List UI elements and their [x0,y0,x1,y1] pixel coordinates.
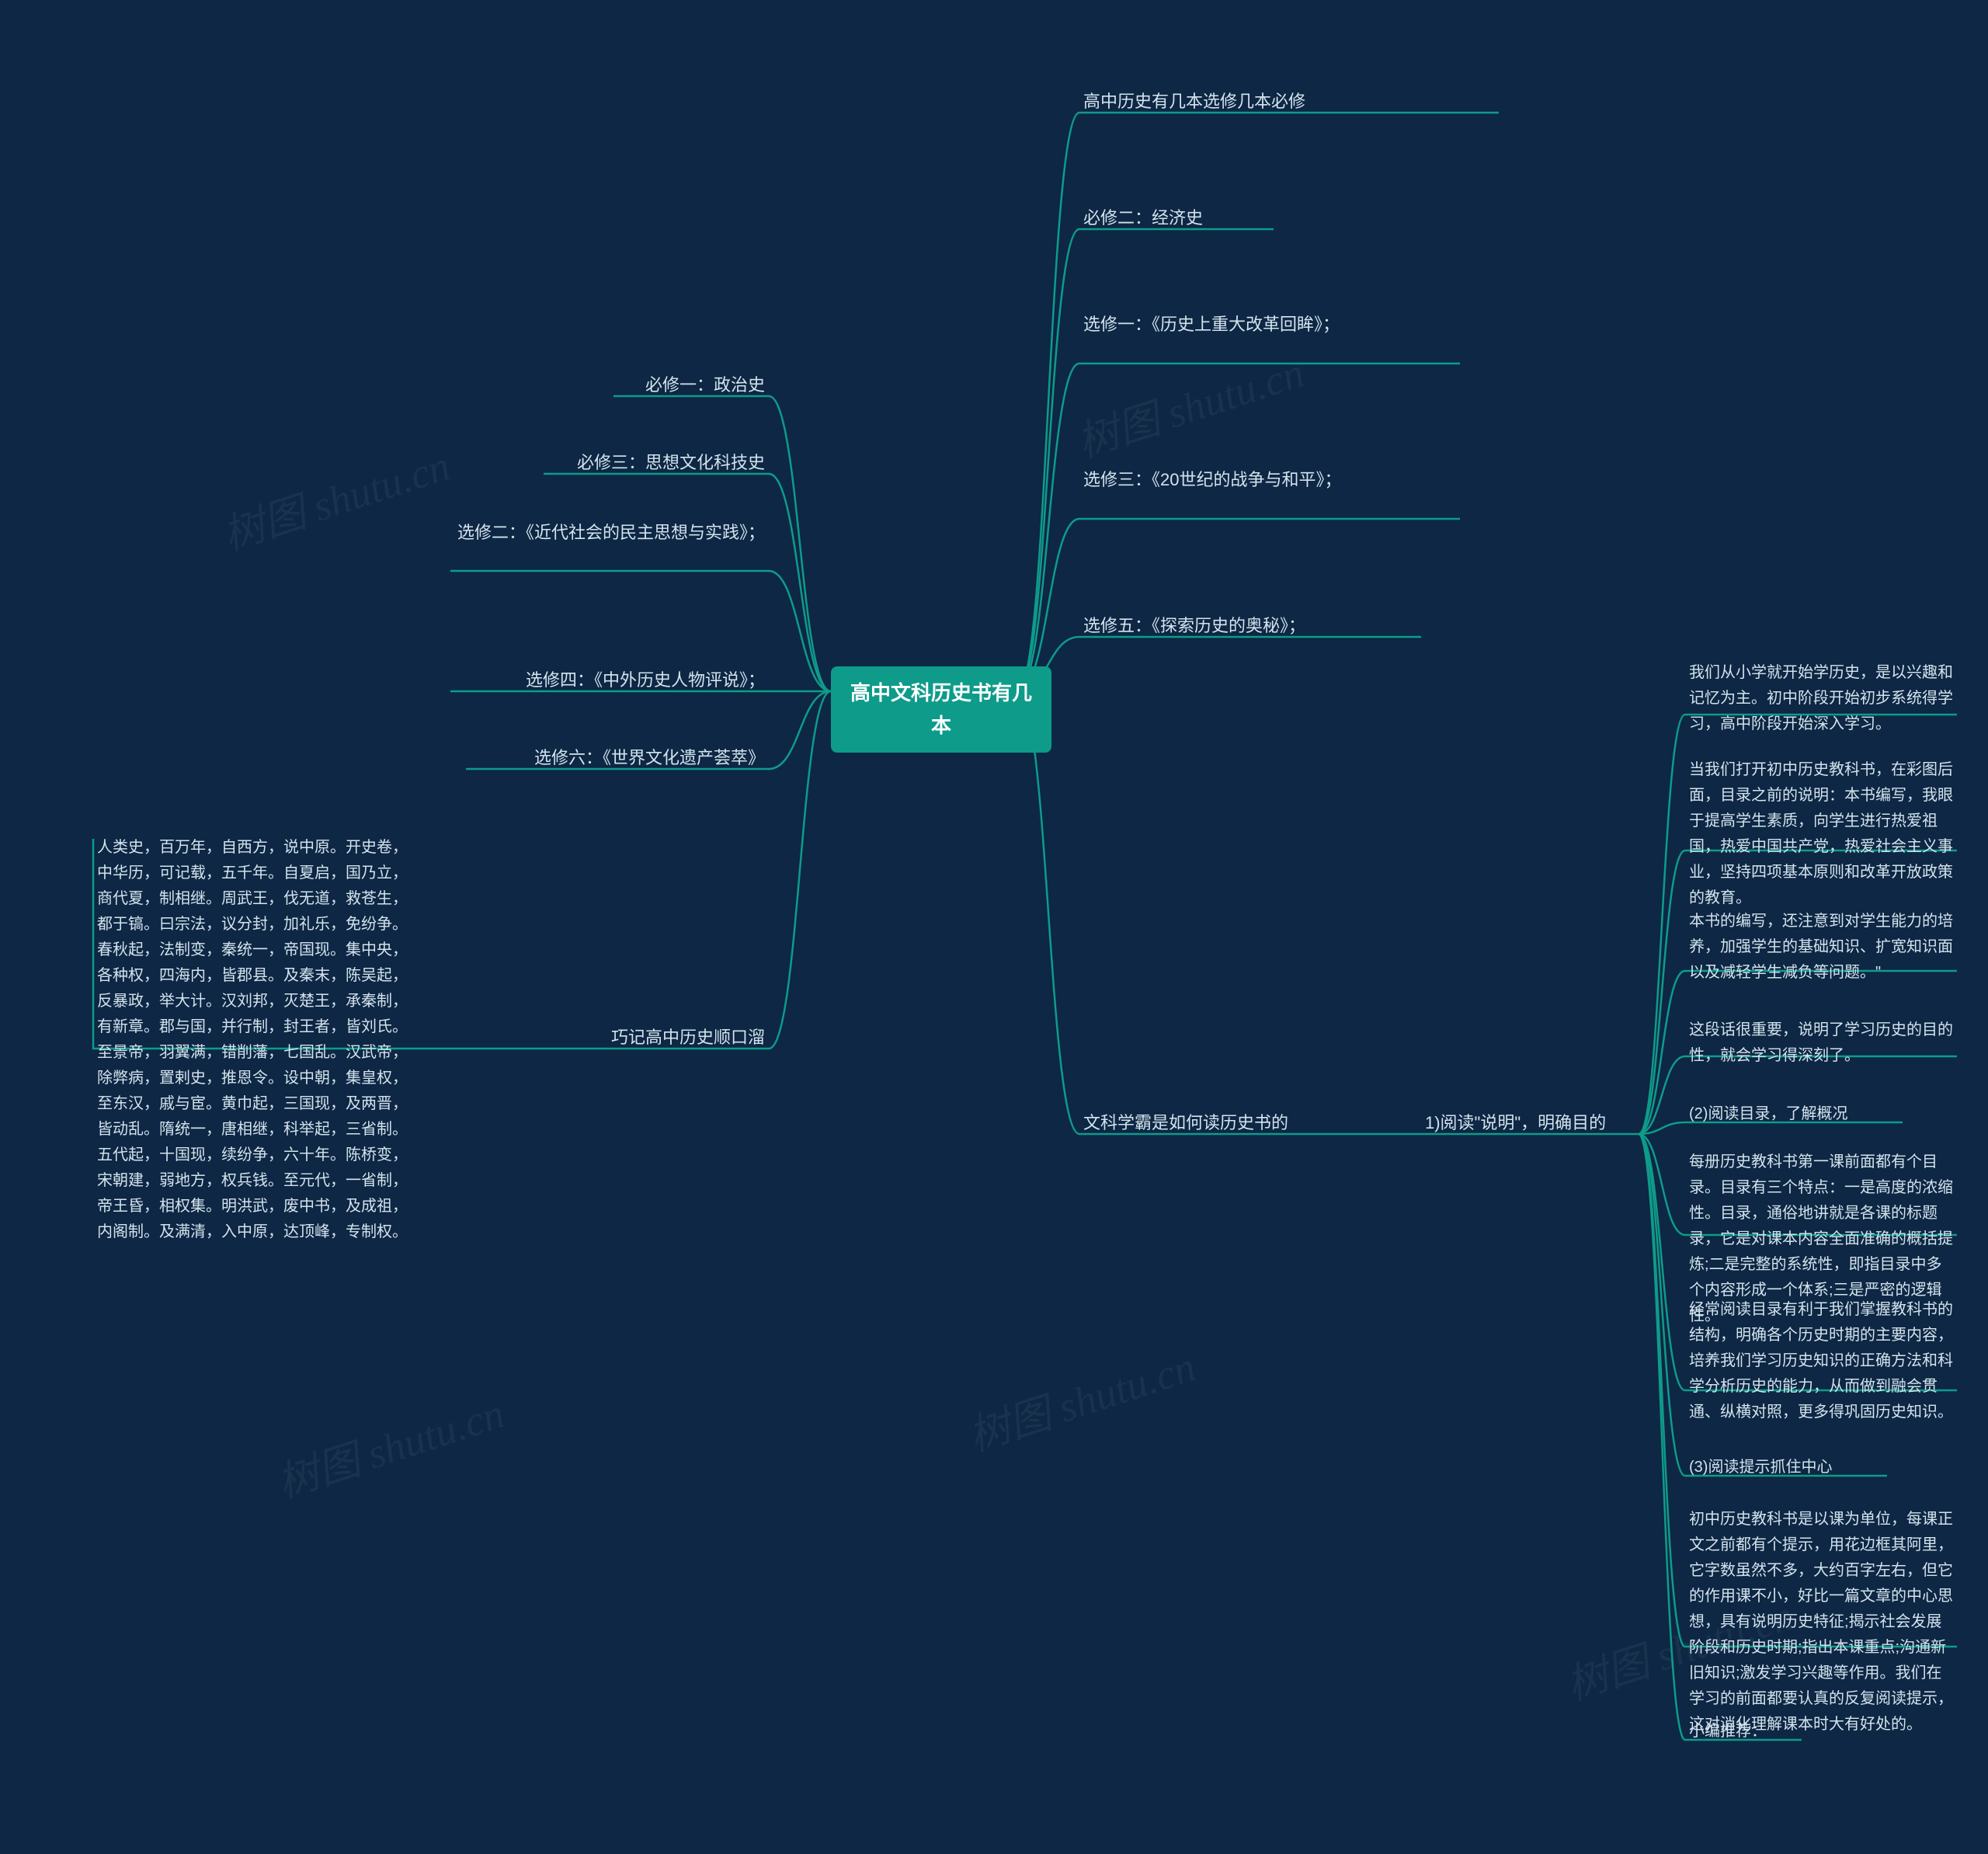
left-node-bixiu3: 必修三：思想文化科技史 [577,449,765,476]
detail-d10: 小编推荐： [1689,1719,1957,1744]
detail-d4: 这段话很重要，说明了学习历史的目的性，就会学习得深刻了。 [1689,1017,1957,1069]
watermark: 树图 shutu.cn [1068,338,1311,469]
detail-d7: 经常阅读目录有利于我们掌握教科书的结构，明确各个历史时期的主要内容，培养我们学习… [1689,1297,1957,1425]
detail-d8: (3)阅读提示抓住中心 [1689,1455,1957,1480]
right-node-xuanxiu5: 选修五：《探索历史的奥秘》； [1083,612,1305,639]
left-node-xuanxiu2: 选修二：《近代社会的民主思想与实践》； [454,519,765,546]
right-node-xuanxiu3: 选修三：《20世纪的战争与和平》； [1083,466,1456,493]
watermark: 树图 shutu.cn [268,1379,511,1510]
watermark: 树图 shutu.cn [959,1332,1202,1463]
watermark: 树图 shutu.cn [214,431,457,562]
detail-d2: 当我们打开初中历史教科书，在彩图后面，目录之前的说明：本书编写，我眼于提高学生素… [1689,757,1957,911]
right-node-xueba: 文科学霸是如何读历史书的 [1083,1109,1288,1136]
right-node-step1: 1)阅读"说明"，明确目的 [1425,1109,1606,1136]
left-node-mnemonic: 巧记高中历史顺口溜 [611,1024,765,1051]
right-node-bixiu2: 必修二：经济史 [1083,204,1203,231]
detail-d5: (2)阅读目录，了解概况 [1689,1101,1957,1127]
mindmap-center-node: 高中文科历史书有几本 [831,666,1051,753]
left-node-xuanxiu6: 选修六：《世界文化遗产荟萃》 [534,744,765,771]
detail-d9: 初中历史教科书是以课为单位，每课正文之前都有个提示，用花边框其阿里，它字数虽然不… [1689,1507,1957,1737]
left-node-xuanxiu4: 选修四：《中外历史人物评说》； [526,666,765,694]
detail-d1: 我们从小学就开始学历史，是以兴趣和记忆为主。初中阶段开始初步系统得学习，高中阶段… [1689,660,1957,737]
detail-d3: 本书的编写，还注意到对学生能力的培养，加强学生的基础知识、扩宽知识面以及减轻学生… [1689,909,1957,986]
left-mnemonic-text: 人类史，百万年，自西方，说中原。开史卷， 中华历，可记载，五千年。自夏启，国乃立… [97,835,520,1245]
right-node-overview: 高中历史有几本选修几本必修 [1083,88,1305,115]
left-node-bixiu1: 必修一：政治史 [645,371,765,398]
right-node-xuanxiu1: 选修一：《历史上重大改革回眸》； [1083,311,1456,338]
